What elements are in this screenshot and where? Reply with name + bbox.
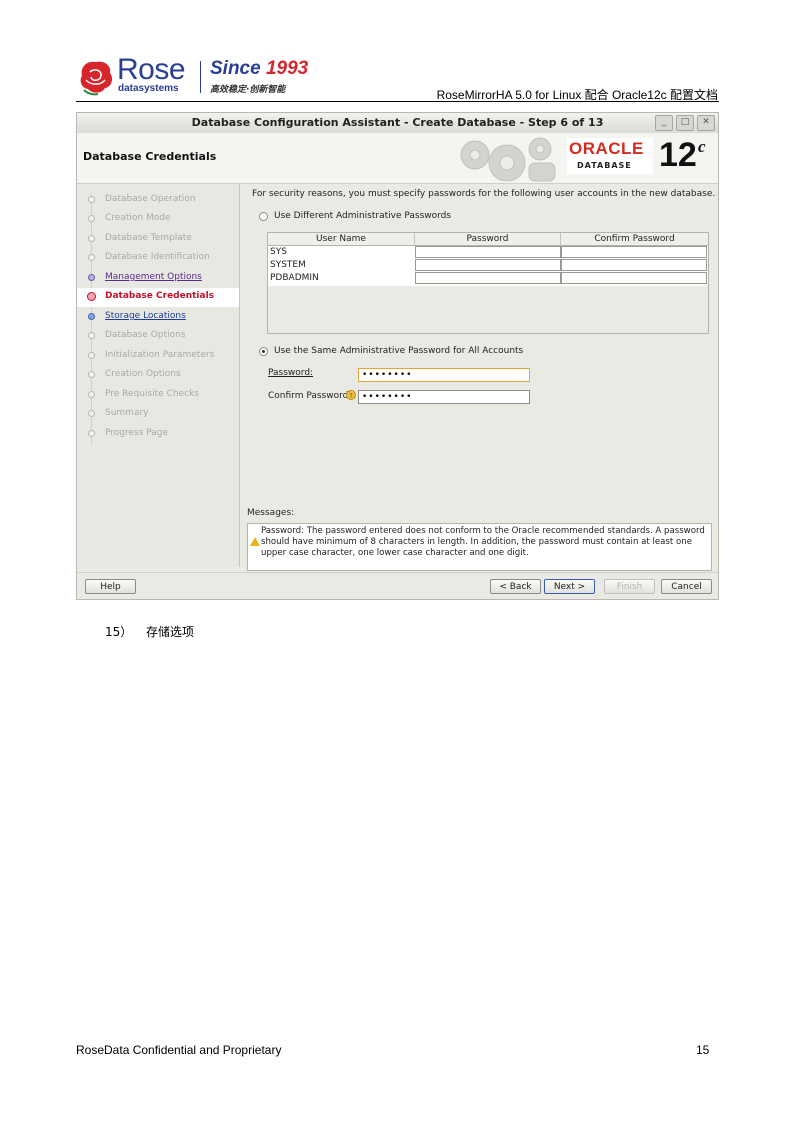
header-rule [76, 101, 719, 102]
radio-same-password[interactable] [259, 347, 268, 356]
password-input[interactable]: •••••••• [358, 368, 530, 382]
sys-password-cell[interactable] [415, 246, 561, 258]
system-confirm-cell[interactable] [561, 259, 707, 271]
step-navigation: Database Operation Creation Mode Databas… [77, 184, 240, 567]
confirm-password-label: Confirm Password: [268, 391, 352, 401]
warning-icon [250, 537, 260, 546]
nav-item-database-options: Database Options [77, 327, 239, 346]
radio-different-passwords-label: Use Different Administrative Passwords [274, 211, 452, 221]
nav-item-creation-options: Creation Options [77, 366, 239, 385]
nav-item-progress-page: Progress Page [77, 425, 239, 444]
rose-flower-logo [80, 61, 113, 96]
version-12: 12 [659, 136, 697, 174]
window-title: Database Configuration Assistant - Creat… [191, 116, 604, 129]
button-bar: Help < Back Next > Finish Cancel [77, 572, 718, 599]
intro-text: For security reasons, you must specify p… [252, 189, 716, 199]
next-button[interactable]: Next > [544, 579, 595, 594]
radio-different-passwords[interactable] [259, 212, 268, 221]
pdbadmin-confirm-cell[interactable] [561, 272, 707, 284]
user-password-table: User Name Password Confirm Password SYS … [267, 232, 709, 334]
title-bar: Database Configuration Assistant - Creat… [77, 113, 718, 134]
step-title: Database Credentials [83, 150, 217, 163]
oracle-database-label: DATABASE [577, 161, 632, 170]
table-row-user: PDBADMIN [270, 273, 319, 283]
message-text: Password: The password entered does not … [261, 526, 705, 558]
nav-item-storage-locations[interactable]: Storage Locations [77, 308, 239, 327]
rose-sub-text: datasystems [118, 83, 179, 94]
dbca-dialog: Database Configuration Assistant - Creat… [76, 112, 719, 600]
since-1993-logo: Since 1993 [210, 58, 309, 79]
minimize-button[interactable]: _ [655, 115, 673, 131]
table-row-user: SYSTEM [270, 260, 306, 270]
table-row-user: SYS [270, 247, 287, 257]
nav-item-management-options[interactable]: Management Options [77, 269, 239, 288]
rose-brand-text: Rose [117, 53, 186, 86]
column-header-user-name: User Name [268, 233, 415, 246]
back-button[interactable]: < Back [490, 579, 541, 594]
pdbadmin-password-cell[interactable] [415, 272, 561, 284]
messages-box: Password: The password entered does not … [247, 523, 712, 571]
content-panel: For security reasons, you must specify p… [240, 184, 718, 567]
radio-same-password-label: Use the Same Administrative Password for… [274, 346, 524, 356]
nav-item-initialization-parameters: Initialization Parameters [77, 347, 239, 366]
maximize-button[interactable]: □ [676, 115, 694, 131]
header-banner: Database Credentials ORACLE DATABASE 12 … [77, 133, 718, 184]
nav-item-database-operation: Database Operation [77, 191, 239, 210]
oracle-logo: ORACLE [569, 139, 644, 158]
nav-item-creation-mode: Creation Mode [77, 210, 239, 229]
close-button[interactable]: ✕ [697, 115, 715, 131]
system-password-cell[interactable] [415, 259, 561, 271]
confirm-password-input[interactable]: •••••••• [358, 390, 530, 404]
version-c: c [698, 137, 706, 156]
step-number: 15） [105, 625, 133, 639]
help-question-icon: ? [346, 390, 356, 400]
table-empty-area [268, 286, 708, 333]
column-header-password: Password [415, 233, 561, 246]
nav-item-database-credentials: Database Credentials [77, 288, 239, 307]
cancel-button[interactable]: Cancel [661, 579, 712, 594]
messages-label: Messages: [247, 508, 295, 518]
nav-item-database-template: Database Template [77, 230, 239, 249]
footer-confidential: RoseData Confidential and Proprietary [76, 1043, 282, 1057]
finish-button[interactable]: Finish [604, 579, 655, 594]
help-button[interactable]: Help [85, 579, 136, 594]
nav-item-database-identification: Database Identification [77, 249, 239, 268]
slogan: 高效稳定·创新智能 [210, 85, 286, 95]
password-label: Password: [268, 368, 314, 378]
nav-item-summary: Summary [77, 405, 239, 424]
page-number: 15 [696, 1043, 710, 1057]
logo-divider [200, 61, 201, 93]
column-header-confirm-password: Confirm Password [561, 233, 708, 246]
sys-confirm-cell[interactable] [561, 246, 707, 258]
gears-icon [460, 137, 556, 182]
step-text: 存储选项 [146, 625, 195, 639]
nav-item-pre-requisite-checks: Pre Requisite Checks [77, 386, 239, 405]
